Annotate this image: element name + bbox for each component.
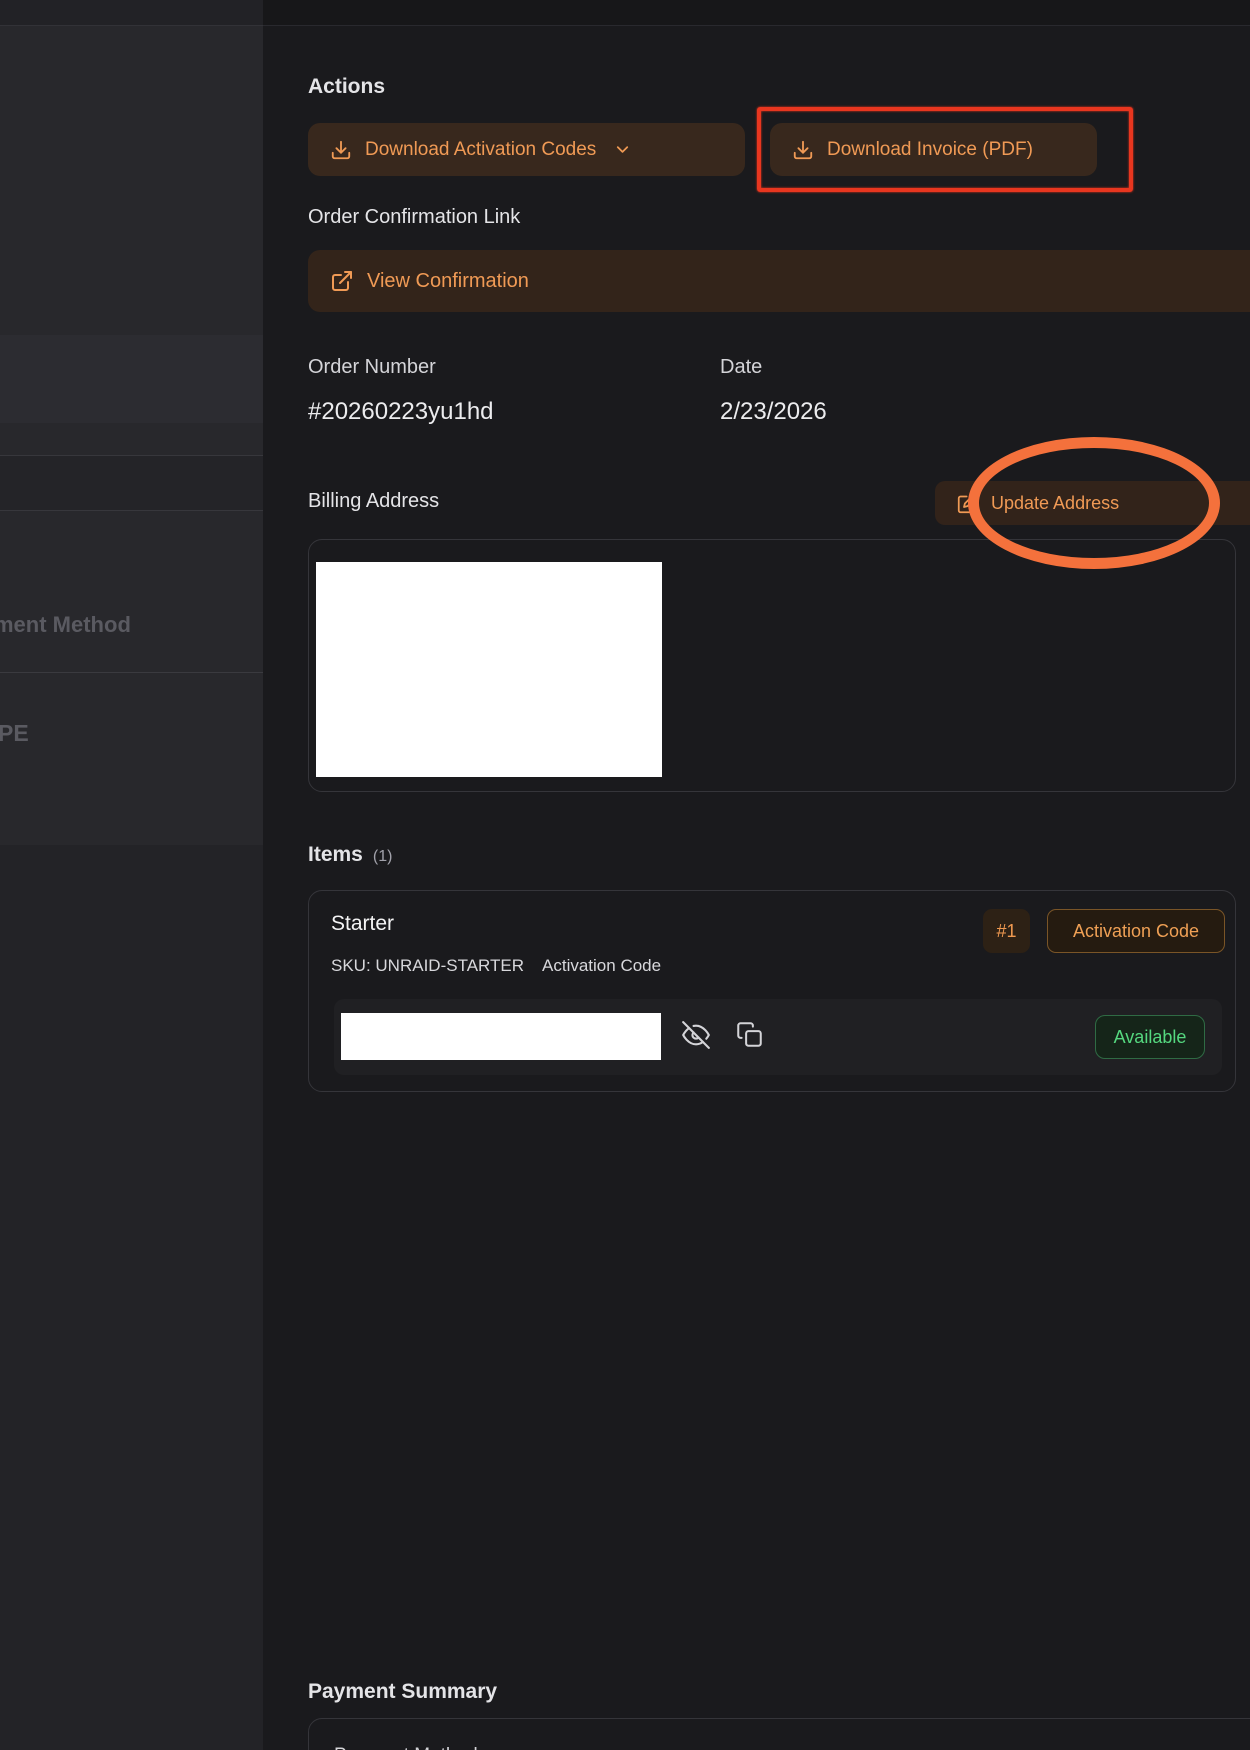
item-sku: SKU: UNRAID-STARTER: [331, 956, 524, 975]
view-confirmation-button[interactable]: View Confirmation: [308, 250, 1250, 312]
download-invoice-button[interactable]: Download Invoice (PDF): [770, 123, 1097, 176]
copy-icon: [736, 1021, 763, 1048]
download-icon: [792, 139, 814, 161]
actions-heading: Actions: [308, 75, 385, 99]
order-number-label: Order Number: [308, 356, 436, 379]
hide-code-button[interactable]: [682, 1021, 710, 1049]
sidebar-divider: [0, 672, 263, 673]
sidebar-divider: [0, 510, 263, 511]
billing-address-heading: Billing Address: [308, 490, 439, 513]
stripe-label-partial: PE: [0, 720, 29, 747]
billing-address-box: [308, 539, 1236, 792]
order-details-screen: ment Method PE Actions Download Activati…: [0, 0, 1250, 1750]
available-status-badge: Available: [1095, 1015, 1205, 1059]
external-link-icon: [330, 269, 354, 293]
sidebar: ment Method PE: [0, 0, 263, 1750]
download-activation-codes-button[interactable]: Download Activation Codes: [308, 123, 745, 176]
sidebar-top-strip: [0, 0, 263, 26]
activation-code-row: Available: [334, 999, 1222, 1075]
view-confirmation-label: View Confirmation: [367, 270, 529, 293]
download-invoice-label: Download Invoice (PDF): [827, 139, 1033, 161]
items-count: (1): [373, 848, 393, 865]
sidebar-row: [0, 456, 263, 510]
item-sku-type: Activation Code: [542, 956, 661, 975]
item-sku-line: SKU: UNRAID-STARTER Activation Code: [331, 956, 661, 976]
payment-method-heading-partial: ment Method: [0, 612, 131, 638]
activation-code-badge: Activation Code: [1047, 909, 1225, 953]
item-name: Starter: [331, 912, 394, 936]
items-heading: Items (1): [308, 843, 392, 867]
sidebar-row-highlight: [0, 335, 263, 423]
date-label: Date: [720, 356, 762, 379]
sidebar-lower-section: [0, 845, 263, 1750]
panel-top-strip: [263, 0, 1250, 26]
update-address-label: Update Address: [991, 493, 1119, 514]
item-card: Starter SKU: UNRAID-STARTER Activation Co…: [308, 890, 1236, 1092]
item-index-badge: #1: [983, 909, 1030, 953]
edit-pencil-icon: [957, 493, 978, 514]
redacted-address: [316, 562, 662, 777]
payment-method-label-partial: Payment Method: [334, 1745, 478, 1750]
copy-code-button[interactable]: [736, 1021, 763, 1048]
download-icon: [330, 139, 352, 161]
order-confirmation-link-heading: Order Confirmation Link: [308, 206, 520, 229]
eye-off-icon: [682, 1021, 710, 1049]
update-address-button[interactable]: Update Address: [935, 481, 1250, 525]
redacted-activation-code: [341, 1013, 661, 1060]
order-details-panel: Actions Download Activation Codes Downlo…: [263, 0, 1250, 1750]
items-heading-text: Items: [308, 843, 363, 866]
chevron-down-icon: [613, 140, 632, 159]
date-value: 2/23/2026: [720, 398, 827, 426]
payment-summary-box: Payment Method: [308, 1718, 1250, 1750]
payment-summary-heading: Payment Summary: [308, 1680, 497, 1704]
download-activation-codes-label: Download Activation Codes: [365, 139, 596, 161]
order-number-value: #20260223yu1hd: [308, 398, 494, 426]
